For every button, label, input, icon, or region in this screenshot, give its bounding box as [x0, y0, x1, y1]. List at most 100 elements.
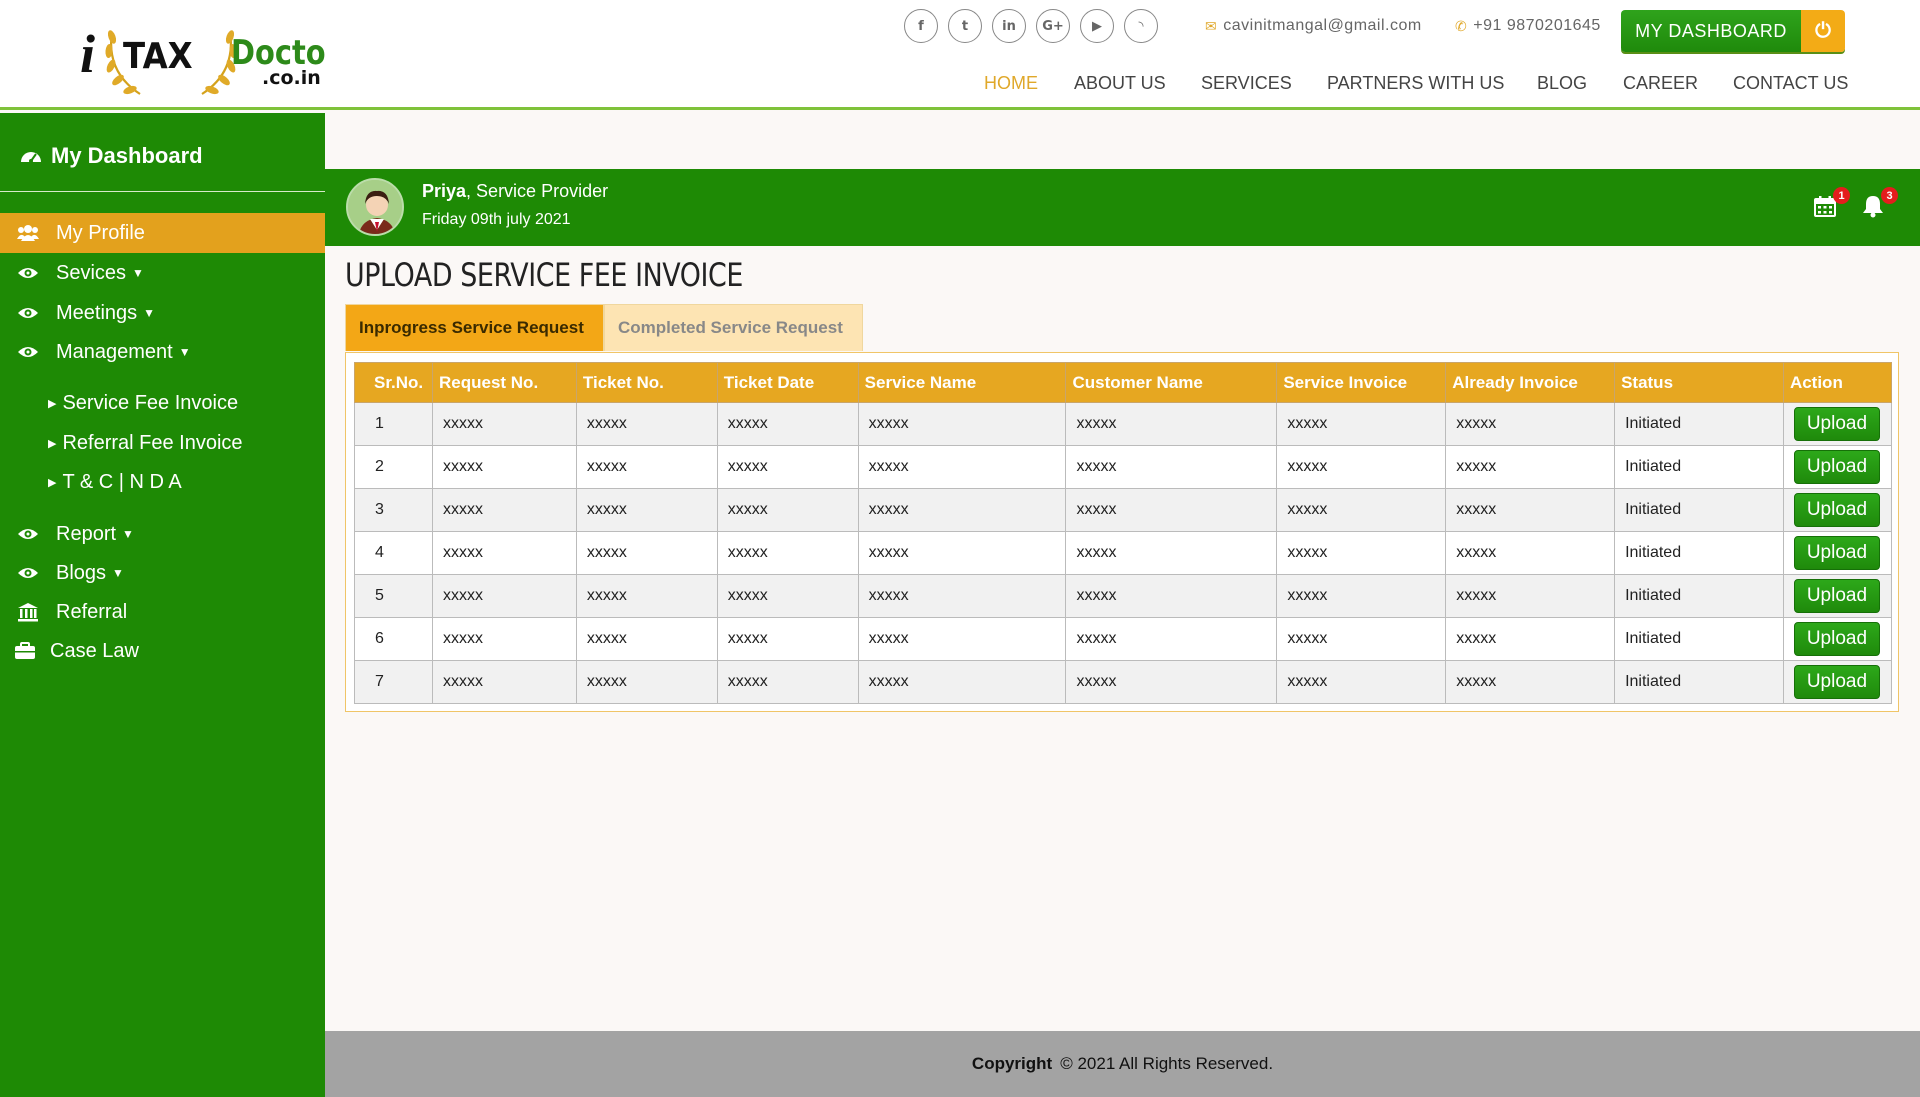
- avatar[interactable]: [346, 178, 404, 236]
- sidebar-title[interactable]: My Dashboard: [19, 143, 203, 169]
- upload-button[interactable]: Upload: [1793, 407, 1880, 441]
- tab-inprogress[interactable]: Inprogress Service Request: [345, 304, 604, 351]
- table-cell: xxxxx: [431, 617, 577, 661]
- facebook-icon[interactable]: f: [904, 9, 938, 43]
- caret-down-icon: ▼: [122, 527, 134, 541]
- youtube-icon[interactable]: ▶: [1080, 9, 1114, 43]
- top-header: i TAX Doctor .co.in f t in G+ ▶ ◝ ✉ cavi…: [0, 0, 1920, 110]
- cell-sr-no: 2: [354, 445, 433, 489]
- sidebar-item-report[interactable]: Report ▼: [0, 514, 325, 554]
- table-cell: xxxxx: [716, 488, 859, 532]
- caret-down-icon: ▼: [112, 566, 124, 580]
- briefcase-icon: [0, 642, 50, 660]
- upload-button[interactable]: Upload: [1793, 622, 1880, 656]
- caret-right-icon: ▶: [48, 438, 57, 450]
- column-header[interactable]: Ticket Date: [716, 362, 859, 403]
- column-header[interactable]: Service Invoice: [1276, 362, 1447, 403]
- bank-icon: [0, 602, 56, 622]
- sidebar-item-blogs[interactable]: Blogs ▼: [0, 553, 325, 593]
- sidebar-subitem-tc-nda[interactable]: ▶ T & C | N D A: [48, 471, 182, 494]
- page-title: UPLOAD SERVICE FEE INVOICE: [345, 256, 743, 294]
- table-row: 5 xxxxx xxxxx xxxxx xxxxx xxxxx xxxxx xxxxx Init…: [354, 574, 1893, 618]
- table-row: 7 xxxxx xxxxx xxxxx xxxxx xxxxx xxxxx xxxxx Init…: [354, 660, 1893, 704]
- cell-sr-no: 5: [354, 574, 433, 618]
- upload-button[interactable]: Upload: [1793, 493, 1880, 527]
- table-cell: xxxxx: [575, 617, 718, 661]
- sidebar-item-case-law[interactable]: Case Law: [0, 631, 325, 671]
- nav-blog[interactable]: BLOG: [1537, 73, 1587, 94]
- column-header[interactable]: Request No.: [431, 362, 577, 403]
- google-plus-icon[interactable]: G+: [1036, 9, 1070, 43]
- table-cell: xxxxx: [716, 402, 859, 446]
- sidebar-item-referral[interactable]: Referral: [0, 592, 325, 632]
- rss-icon[interactable]: ◝: [1124, 9, 1158, 43]
- nav-services[interactable]: SERVICES: [1201, 73, 1292, 94]
- table-cell: xxxxx: [857, 617, 1067, 661]
- sidebar-subitem-label: Referral Fee Invoice: [62, 432, 243, 454]
- sidebar-item-meetings[interactable]: Meetings ▼: [0, 293, 325, 333]
- table-cell: xxxxx: [1445, 488, 1616, 532]
- sidebar-item-label: Meetings: [56, 301, 138, 324]
- sidebar-item-my-profile[interactable]: My Profile: [0, 213, 325, 253]
- phone-text[interactable]: +91 9870201645: [1473, 17, 1601, 35]
- upload-button[interactable]: Upload: [1793, 579, 1880, 613]
- table-cell: xxxxx: [1065, 617, 1278, 661]
- nav-about-us[interactable]: ABOUT US: [1074, 73, 1166, 94]
- table-cell: xxxxx: [1065, 402, 1278, 446]
- twitter-icon[interactable]: t: [948, 9, 982, 43]
- request-tabs: Inprogress Service Request Completed Ser…: [345, 304, 863, 351]
- table-cell: xxxxx: [1065, 574, 1278, 618]
- table-cell: xxxxx: [1065, 531, 1278, 575]
- nav-partners-with-us[interactable]: PARTNERS WITH US: [1327, 73, 1504, 94]
- my-dashboard-button[interactable]: MY DASHBOARD ⏻: [1621, 10, 1845, 52]
- cell-action: Upload: [1782, 445, 1893, 489]
- caret-down-icon: ▼: [178, 345, 191, 359]
- table-cell: Initiated: [1614, 617, 1784, 661]
- sidebar-item-management[interactable]: Management ▼: [0, 332, 325, 372]
- upload-button[interactable]: Upload: [1793, 450, 1880, 484]
- table-panel: Sr.No. Request No. Ticket No. Ticket Dat…: [345, 352, 1899, 712]
- my-dashboard-label[interactable]: MY DASHBOARD: [1621, 10, 1801, 52]
- eye-icon: [0, 527, 56, 541]
- upload-button[interactable]: Upload: [1793, 665, 1880, 699]
- eye-icon: [0, 566, 56, 580]
- column-header[interactable]: Action: [1782, 362, 1893, 403]
- linkedin-icon[interactable]: in: [992, 9, 1026, 43]
- sidebar-subitem-referral-fee-invoice[interactable]: ▶ Referral Fee Invoice: [48, 432, 243, 455]
- column-header[interactable]: Service Name: [857, 362, 1067, 403]
- sidebar-subitem-service-fee-invoice[interactable]: ▶ Service Fee Invoice: [48, 392, 238, 415]
- svg-text:TAX: TAX: [123, 35, 193, 77]
- table-cell: xxxxx: [1276, 531, 1447, 575]
- email-contact[interactable]: ✉ cavinitmangal@gmail.com: [1205, 17, 1422, 35]
- eye-icon: [0, 266, 56, 280]
- power-icon[interactable]: ⏻: [1801, 10, 1845, 52]
- email-text[interactable]: cavinitmangal@gmail.com: [1223, 17, 1421, 35]
- column-header[interactable]: Status: [1614, 362, 1784, 403]
- profile-date: Friday 09th july 2021: [422, 211, 571, 228]
- table-cell: xxxxx: [431, 402, 577, 446]
- table-cell: xxxxx: [575, 402, 718, 446]
- phone-icon: ✆: [1455, 17, 1468, 34]
- table-cell: xxxxx: [1445, 445, 1616, 489]
- tab-completed[interactable]: Completed Service Request: [604, 304, 863, 351]
- nav-career[interactable]: CAREER: [1623, 73, 1698, 94]
- social-links: f t in G+ ▶ ◝: [904, 9, 1158, 43]
- table-row: 6 xxxxx xxxxx xxxxx xxxxx xxxxx xxxxx xxxxx Init…: [354, 617, 1893, 661]
- notifications-button[interactable]: 3: [1856, 187, 1898, 223]
- caret-right-icon: ▶: [48, 477, 57, 489]
- profile-bar: Priya, Service Provider Friday 09th july…: [325, 169, 1920, 246]
- phone-contact[interactable]: ✆ +91 9870201645: [1455, 17, 1601, 35]
- nav-home[interactable]: HOME: [984, 73, 1038, 94]
- cell-action: Upload: [1782, 531, 1893, 575]
- table-cell: xxxxx: [857, 660, 1067, 704]
- column-header[interactable]: Customer Name: [1065, 362, 1278, 403]
- sidebar-item-label: Report: [56, 522, 117, 545]
- column-header[interactable]: Ticket No.: [575, 362, 718, 403]
- table-cell: Initiated: [1614, 531, 1784, 575]
- column-header[interactable]: Sr.No.: [354, 362, 433, 403]
- column-header[interactable]: Already Invoice: [1445, 362, 1616, 403]
- nav-contact-us[interactable]: CONTACT US: [1733, 73, 1848, 94]
- calendar-button[interactable]: 1: [1808, 187, 1850, 223]
- sidebar-item-sevices[interactable]: Sevices ▼: [0, 253, 325, 293]
- upload-button[interactable]: Upload: [1793, 536, 1880, 570]
